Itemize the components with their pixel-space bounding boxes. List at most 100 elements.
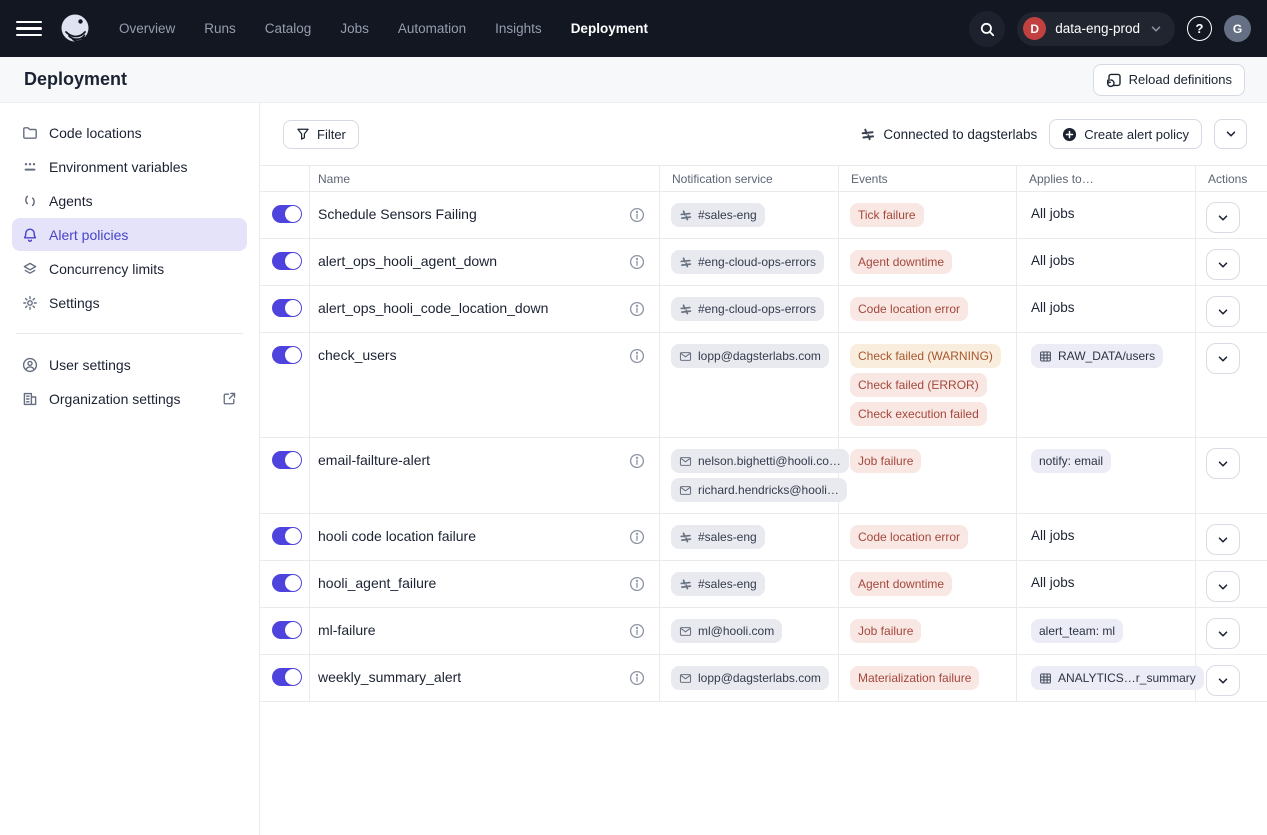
hamburger-menu-icon[interactable] [16, 16, 42, 42]
row-actions-button[interactable] [1206, 249, 1240, 280]
events-cell: Job failure [839, 438, 1017, 514]
nav-item-runs[interactable]: Runs [197, 15, 243, 42]
info-icon[interactable] [629, 301, 645, 317]
event-chip: Materialization failure [850, 666, 979, 690]
info-icon[interactable] [629, 207, 645, 223]
nav-item-overview[interactable]: Overview [112, 15, 182, 42]
sidebar-item-agents[interactable]: Agents [12, 184, 247, 217]
slack-icon [679, 209, 692, 222]
notification-chip: richard.hendricks@hooli… [671, 478, 847, 502]
sidebar-item-settings[interactable]: Settings [12, 286, 247, 319]
row-actions-button[interactable] [1206, 524, 1240, 555]
slack-icon [679, 303, 692, 316]
nav-item-deployment[interactable]: Deployment [564, 15, 655, 42]
table-row-toggle-cell [260, 333, 310, 438]
nav-item-catalog[interactable]: Catalog [258, 15, 319, 42]
user-icon [22, 357, 38, 373]
row-actions-button[interactable] [1206, 618, 1240, 649]
policy-name: email-failture-alert [318, 452, 430, 468]
sidebar-item-alert-policies[interactable]: Alert policies [12, 218, 247, 251]
sidebar-item-concurrency-limits[interactable]: Concurrency limits [12, 252, 247, 285]
alert-enabled-toggle[interactable] [272, 621, 302, 639]
notification-cell: #eng-cloud-ops-errors [660, 239, 839, 286]
alert-enabled-toggle[interactable] [272, 299, 302, 317]
nav-item-insights[interactable]: Insights [488, 15, 549, 42]
actions-cell [1196, 239, 1267, 286]
info-icon[interactable] [629, 623, 645, 639]
notification-chip: nelson.bighetti@hooli.co… [671, 449, 849, 473]
row-actions-button[interactable] [1206, 296, 1240, 327]
events-cell: Job failure [839, 608, 1017, 655]
help-button[interactable]: ? [1187, 16, 1212, 41]
avatar[interactable]: G [1224, 15, 1251, 42]
chevron-down-icon [1216, 674, 1230, 688]
chevron-down-icon [1216, 580, 1230, 594]
table-row-name-cell: alert_ops_hooli_code_location_down [310, 286, 660, 333]
event-chip: Check failed (WARNING) [850, 344, 1001, 368]
info-icon[interactable] [629, 576, 645, 592]
bell-icon [22, 227, 38, 243]
asset-table-icon [1039, 672, 1052, 685]
create-alert-policy-button[interactable]: Create alert policy [1049, 119, 1202, 149]
nav-item-jobs[interactable]: Jobs [333, 15, 376, 42]
table-row-toggle-cell [260, 514, 310, 561]
notification-cell: #sales-eng [660, 561, 839, 608]
event-chip: Agent downtime [850, 250, 952, 274]
row-actions-button[interactable] [1206, 202, 1240, 233]
notification-cell: lopp@dagsterlabs.com [660, 333, 839, 438]
info-icon[interactable] [629, 254, 645, 270]
reload-definitions-icon [1106, 72, 1122, 88]
workspace-badge: D [1023, 17, 1046, 40]
layers-icon [22, 261, 38, 277]
table-row-name-cell: hooli code location failure [310, 514, 660, 561]
alert-enabled-toggle[interactable] [272, 346, 302, 364]
notification-chip: #eng-cloud-ops-errors [671, 250, 824, 274]
policy-name: Schedule Sensors Failing [318, 206, 477, 222]
info-icon[interactable] [629, 670, 645, 686]
notification-chip: #sales-eng [671, 525, 765, 549]
create-alert-policy-menu-button[interactable] [1214, 119, 1247, 149]
row-actions-button[interactable] [1206, 571, 1240, 602]
workspace-switcher[interactable]: D data-eng-prod [1017, 12, 1175, 46]
sidebar-item-user-settings[interactable]: User settings [12, 348, 247, 381]
table-row-name-cell: Schedule Sensors Failing [310, 192, 660, 239]
event-chip: Code location error [850, 297, 968, 321]
filter-button[interactable]: Filter [283, 120, 359, 149]
info-icon[interactable] [629, 529, 645, 545]
applies-to-cell: All jobs [1017, 561, 1196, 608]
alert-enabled-toggle[interactable] [272, 252, 302, 270]
page-header: Deployment Reload definitions [0, 57, 1267, 103]
dagster-logo[interactable] [56, 10, 94, 48]
alert-enabled-toggle[interactable] [272, 205, 302, 223]
notification-chip: lopp@dagsterlabs.com [671, 666, 829, 690]
reload-definitions-button[interactable]: Reload definitions [1093, 64, 1245, 96]
sidebar-item-organization-settings[interactable]: Organization settings [12, 382, 247, 415]
search-icon [979, 21, 995, 37]
info-icon[interactable] [629, 348, 645, 364]
policy-name: ml-failure [318, 622, 376, 638]
table-row-name-cell: check_users [310, 333, 660, 438]
chevron-down-icon [1216, 211, 1230, 225]
row-actions-button[interactable] [1206, 343, 1240, 374]
email-icon [679, 672, 692, 685]
alert-enabled-toggle[interactable] [272, 668, 302, 686]
search-button[interactable] [969, 11, 1005, 47]
row-actions-button[interactable] [1206, 665, 1240, 696]
column-header-applies: Applies to… [1017, 166, 1196, 192]
asset-chip: RAW_DATA/users [1031, 344, 1163, 368]
sidebar-item-code-locations[interactable]: Code locations [12, 116, 247, 149]
alert-enabled-toggle[interactable] [272, 574, 302, 592]
table-row-name-cell: ml-failure [310, 608, 660, 655]
nav-item-automation[interactable]: Automation [391, 15, 473, 42]
slack-icon [860, 127, 875, 142]
asset-table-icon [1039, 350, 1052, 363]
table-row-name-cell: weekly_summary_alert [310, 655, 660, 702]
info-icon[interactable] [629, 453, 645, 469]
alert-enabled-toggle[interactable] [272, 451, 302, 469]
notification-cell: lopp@dagsterlabs.com [660, 655, 839, 702]
alert-enabled-toggle[interactable] [272, 527, 302, 545]
policy-name: hooli_agent_failure [318, 575, 436, 591]
row-actions-button[interactable] [1206, 448, 1240, 479]
column-header-notification: Notification service [660, 166, 839, 192]
sidebar-item-environment-variables[interactable]: Environment variables [12, 150, 247, 183]
